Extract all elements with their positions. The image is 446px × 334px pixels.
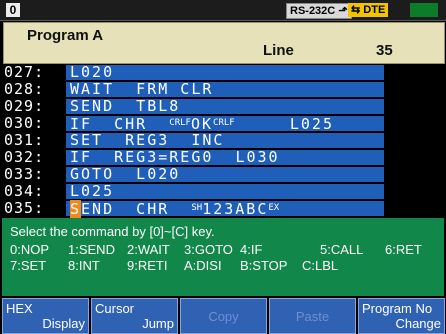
- code-line[interactable]: 031: SET REG3 INC: [2, 132, 444, 149]
- option-send: 1:SEND: [68, 242, 115, 257]
- rs232c-indicator: RS-232C ⬏: [286, 3, 352, 19]
- option-call: 5:CALL: [320, 242, 364, 257]
- connector-icon: ⬏: [338, 5, 348, 17]
- line-number: 034:: [4, 182, 45, 200]
- line-number: 029:: [4, 97, 45, 115]
- code-line[interactable]: 030: IF CHR CRLFOKCRLF L025: [2, 114, 444, 133]
- program-title: Program A: [27, 27, 104, 44]
- option-stop: B:STOP: [240, 258, 288, 273]
- line-number: 031:: [4, 131, 45, 149]
- option-wait: 2:WAIT: [127, 242, 170, 257]
- code-line[interactable]: 034: L025: [2, 183, 444, 200]
- hex-display-button[interactable]: HEX Display: [2, 298, 89, 334]
- dte-indicator: ⇆ DTE: [348, 3, 389, 17]
- line-number: 033:: [4, 165, 45, 183]
- command-text: L025: [70, 182, 115, 200]
- option-if: 4:IF: [240, 242, 263, 257]
- option-reti: 9:RETI: [127, 258, 168, 273]
- option-nop: 0:NOP: [10, 242, 50, 257]
- command-text: SEND TBL8: [70, 97, 181, 115]
- status-bar: 0 RS-232C ⬏ ⇆ DTE: [0, 0, 446, 21]
- code-line[interactable]: 032: IF REG3=REG0 L030: [2, 149, 444, 166]
- program-header: Program A Line 35: [3, 22, 445, 64]
- command-text: SEND CHR SH123ABCEX: [70, 200, 280, 218]
- command-text: IF REG3=REG0 L030: [70, 148, 280, 166]
- line-number: 028:: [4, 80, 45, 98]
- line-number: 027:: [4, 63, 45, 81]
- command-help-panel: Select the command by [0]~[C] key. 0:NOP…: [2, 218, 444, 296]
- program-no-change-button[interactable]: Program No Change: [358, 298, 445, 334]
- code-line[interactable]: 027: L020: [2, 64, 444, 81]
- option-ret: 6:RET: [385, 242, 422, 257]
- paste-button[interactable]: Paste: [269, 298, 356, 334]
- help-prompt: Select the command by [0]~[C] key.: [10, 224, 215, 239]
- command-text: WAIT FRM CLR: [70, 80, 214, 98]
- option-lbl: C:LBL: [302, 258, 339, 273]
- option-goto: 3:GOTO: [184, 242, 233, 257]
- command-text: L020: [70, 63, 115, 81]
- mode-indicator: 0: [6, 3, 20, 17]
- code-line[interactable]: 029: SEND TBL8: [2, 98, 444, 115]
- command-text: SET REG3 INC: [70, 131, 225, 149]
- code-line-current[interactable]: 035: SEND CHR SH123ABCEX: [2, 199, 444, 218]
- line-number: 032:: [4, 148, 45, 166]
- program-listing: 027: L020 028: WAIT FRM CLR 029: SEND TB…: [2, 64, 444, 218]
- line-label: Line: [263, 42, 294, 59]
- line-number: 35: [376, 42, 393, 59]
- status-light: [410, 3, 438, 17]
- code-line[interactable]: 033: GOTO L020: [2, 166, 444, 183]
- line-number: 030:: [4, 114, 45, 132]
- dte-arrow-icon: ⇆: [351, 4, 361, 16]
- softkey-bar: HEX Display Cursor Jump Copy Paste Progr…: [0, 298, 446, 334]
- edit-cursor[interactable]: S: [70, 200, 82, 218]
- line-number: 035:: [4, 199, 45, 217]
- cursor-jump-button[interactable]: Cursor Jump: [91, 298, 178, 334]
- option-int: 8:INT: [68, 258, 100, 273]
- copy-button[interactable]: Copy: [180, 298, 267, 334]
- command-text: GOTO L020: [70, 165, 181, 183]
- dte-label: DTE: [363, 4, 386, 16]
- option-set: 7:SET: [10, 258, 47, 273]
- code-line[interactable]: 028: WAIT FRM CLR: [2, 81, 444, 98]
- option-disi: A:DISI: [184, 258, 222, 273]
- rs232c-label: RS-232C: [290, 5, 336, 17]
